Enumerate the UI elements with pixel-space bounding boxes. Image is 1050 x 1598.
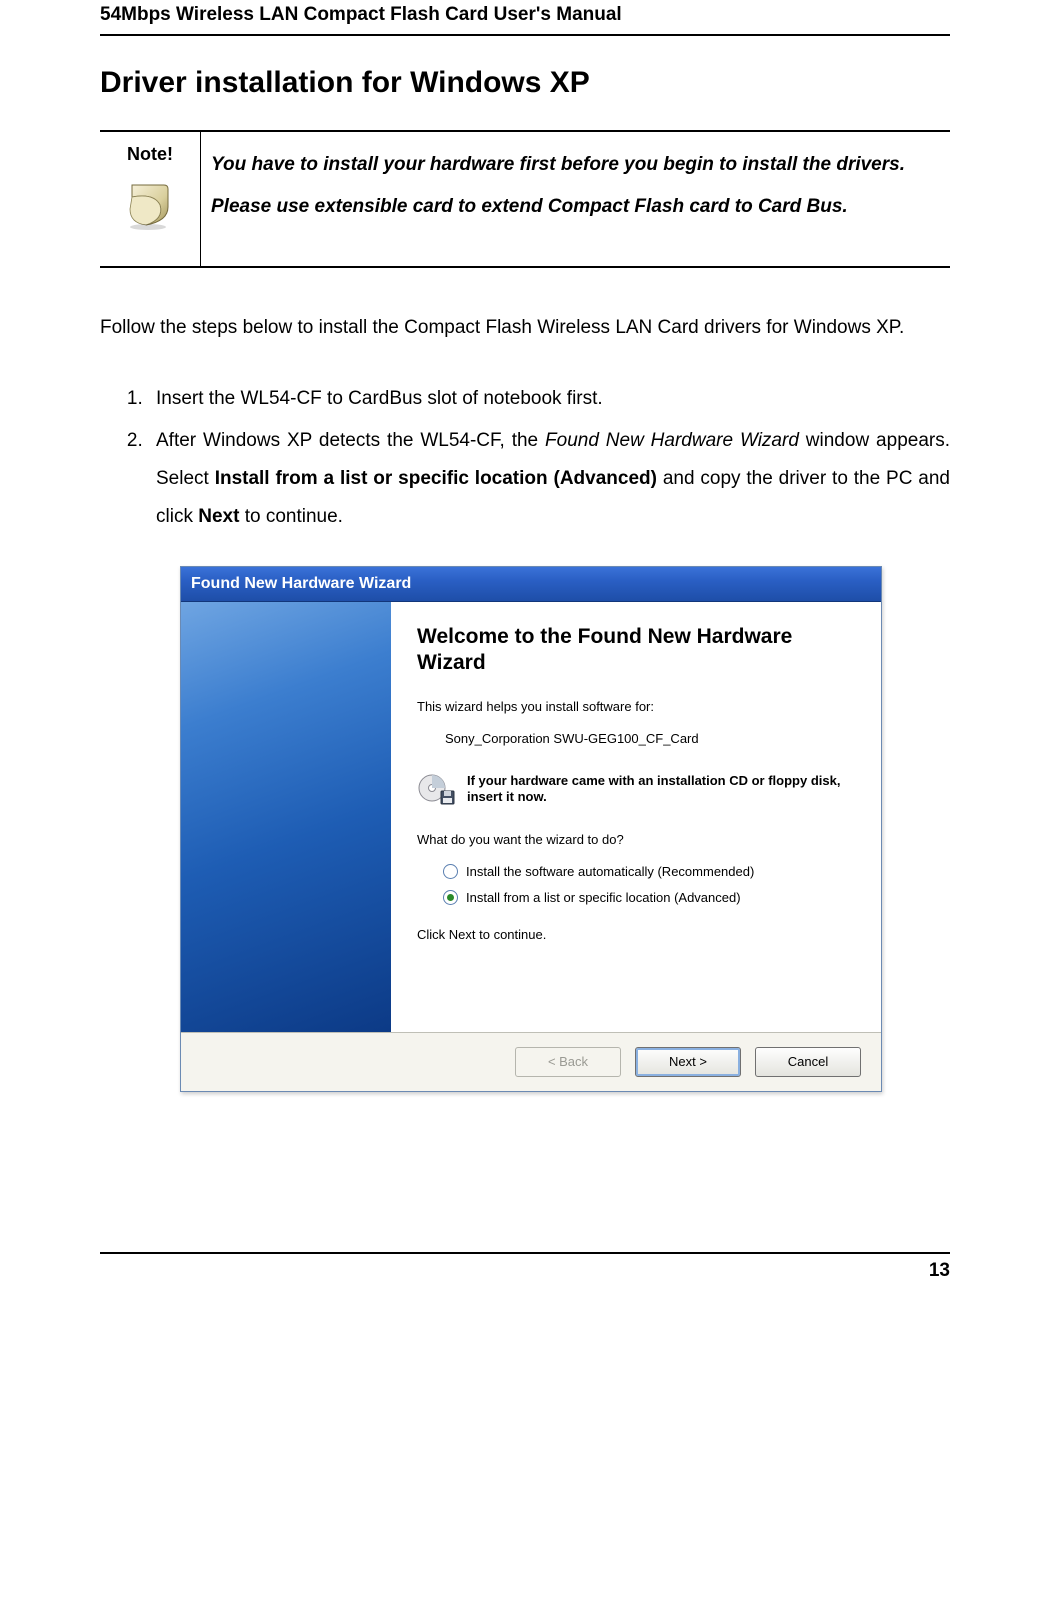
radio-install-auto[interactable]: Install the software automatically (Reco… bbox=[443, 863, 855, 881]
radio-unchecked-icon bbox=[443, 864, 458, 879]
radio-checked-icon bbox=[443, 890, 458, 905]
wizard-click-next-text: Click Next to continue. bbox=[417, 926, 855, 944]
radio-install-advanced[interactable]: Install from a list or specific location… bbox=[443, 889, 855, 907]
note-line-1: You have to install your hardware first … bbox=[211, 144, 940, 186]
wizard-footer: < Back Next > Cancel bbox=[181, 1032, 881, 1091]
wizard-titlebar: Found New Hardware Wizard bbox=[181, 567, 881, 602]
back-button[interactable]: < Back bbox=[515, 1047, 621, 1077]
step-2-bold-1: Install from a list or specific location… bbox=[215, 468, 657, 489]
manual-header-title: 54Mbps Wireless LAN Compact Flash Card U… bbox=[100, 0, 950, 34]
cd-floppy-icon bbox=[417, 771, 457, 807]
wizard-window: Found New Hardware Wizard Welcome to the… bbox=[180, 566, 882, 1092]
step-2: After Windows XP detects the WL54-CF, th… bbox=[148, 422, 950, 536]
wizard-side-graphic bbox=[181, 602, 391, 1032]
note-box: Note! bbox=[100, 130, 950, 268]
step-2-italic: Found New Hardware Wizard bbox=[545, 430, 799, 451]
radio-install-advanced-label: Install from a list or specific location… bbox=[466, 889, 741, 907]
section-title: Driver installation for Windows XP bbox=[100, 66, 950, 100]
cancel-button[interactable]: Cancel bbox=[755, 1047, 861, 1077]
wizard-question: What do you want the wizard to do? bbox=[417, 831, 855, 849]
header-rule bbox=[100, 34, 950, 36]
step-1: Insert the WL54-CF to CardBus slot of no… bbox=[148, 380, 950, 418]
note-page-curl-icon bbox=[124, 179, 176, 231]
wizard-screenshot: Found New Hardware Wizard Welcome to the… bbox=[100, 566, 950, 1092]
note-line-2: Please use extensible card to extend Com… bbox=[211, 186, 940, 228]
wizard-media-text: If your hardware came with an installati… bbox=[467, 773, 855, 807]
note-label: Note! bbox=[110, 144, 190, 165]
step-2-text-a: After Windows XP detects the WL54-CF, th… bbox=[156, 430, 545, 451]
step-2-bold-2: Next bbox=[198, 506, 239, 527]
step-2-text-d: to continue. bbox=[239, 506, 343, 527]
radio-install-auto-label: Install the software automatically (Reco… bbox=[466, 863, 754, 881]
wizard-titlebar-text: Found New Hardware Wizard bbox=[191, 575, 411, 593]
next-button[interactable]: Next > bbox=[635, 1047, 741, 1077]
wizard-device-name: Sony_Corporation SWU-GEG100_CF_Card bbox=[445, 730, 855, 748]
wizard-helps-text: This wizard helps you install software f… bbox=[417, 698, 855, 716]
wizard-main-title: Welcome to the Found New Hardware Wizard bbox=[417, 624, 855, 677]
page-number: 13 bbox=[100, 1254, 950, 1294]
intro-paragraph: Follow the steps below to install the Co… bbox=[100, 308, 950, 348]
steps-list: Insert the WL54-CF to CardBus slot of no… bbox=[100, 380, 950, 536]
